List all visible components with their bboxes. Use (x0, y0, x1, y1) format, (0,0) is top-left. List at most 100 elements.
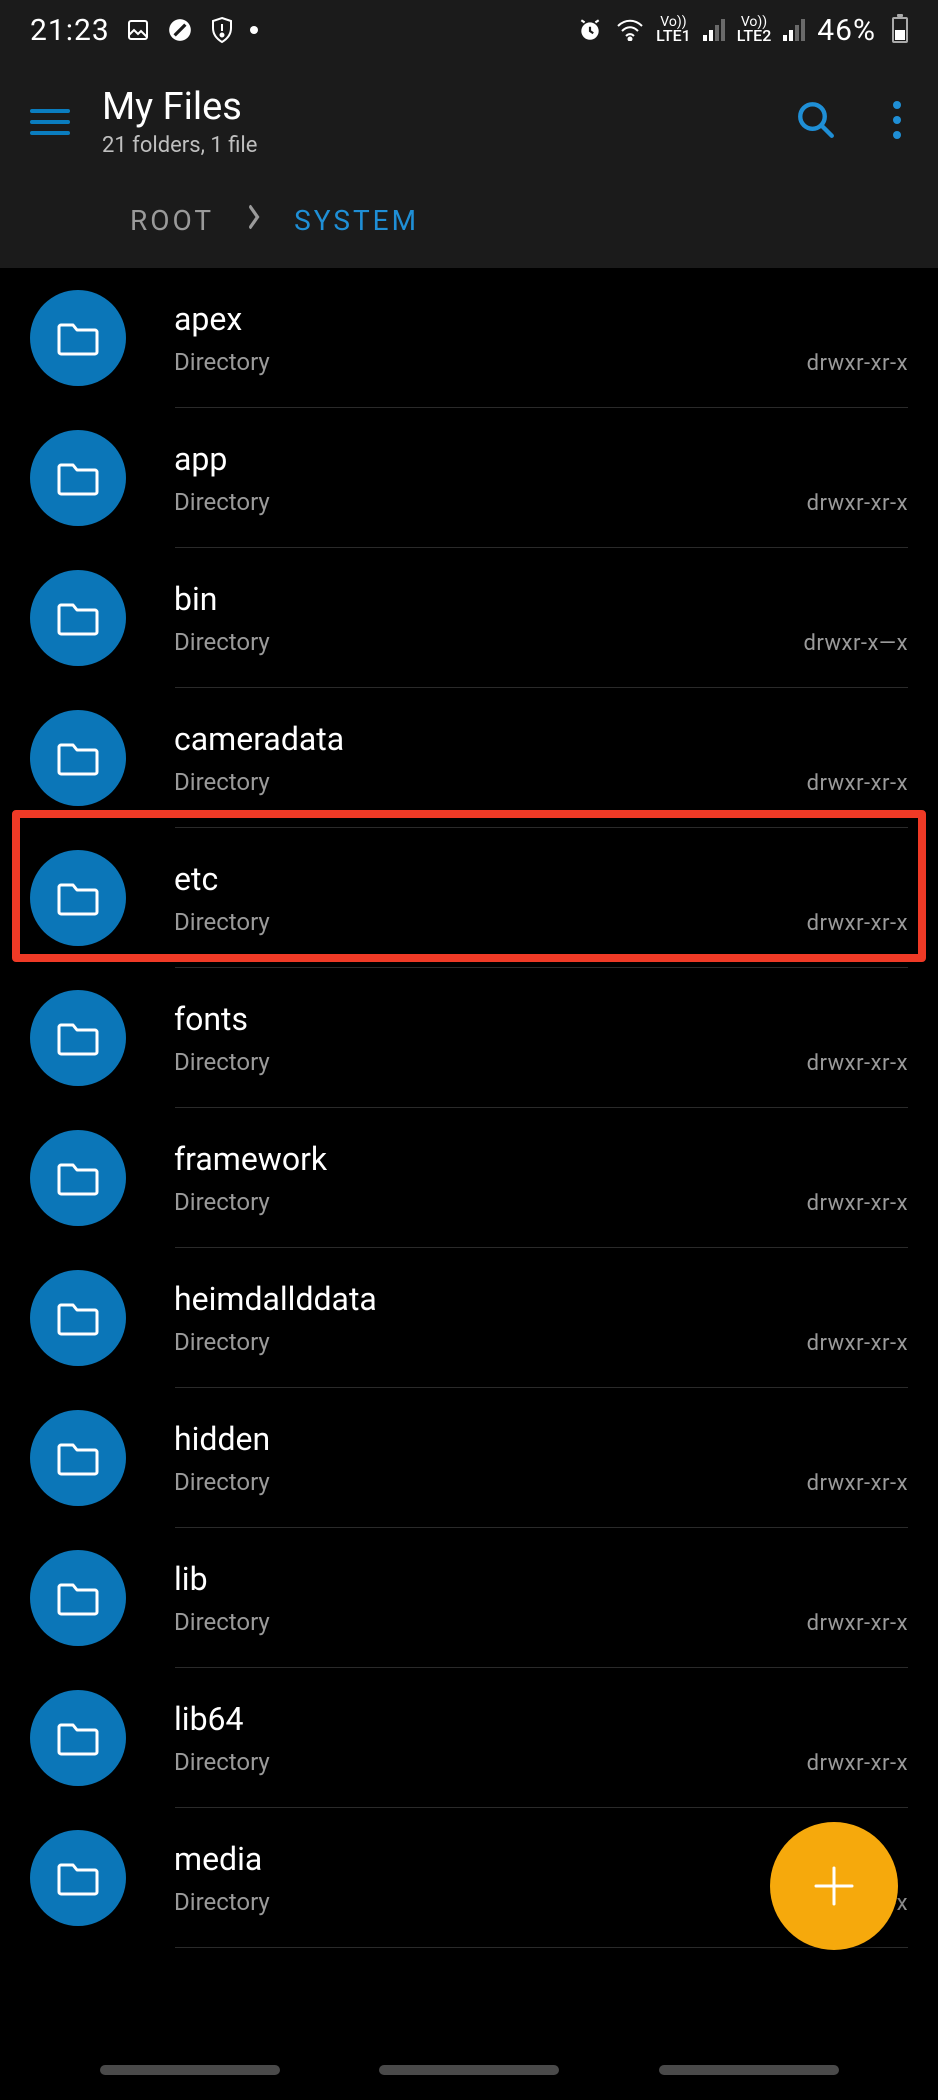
file-type: Directory (174, 908, 270, 936)
file-type: Directory (174, 1888, 270, 1916)
nav-recents-button[interactable] (100, 2065, 280, 2075)
title-block: My Files 21 folders, 1 file (102, 85, 795, 158)
notification-dot-icon (250, 26, 258, 34)
file-name: lib (174, 1560, 908, 1598)
file-permissions: drwxr-xr-x (807, 491, 908, 516)
file-row[interactable]: bin Directory drwxr-x—x (0, 548, 938, 688)
file-row[interactable]: fonts Directory drwxr-xr-x (0, 968, 938, 1108)
folder-icon (30, 1270, 126, 1366)
file-row[interactable]: lib64 Directory drwxr-xr-x (0, 1668, 938, 1808)
folder-icon (30, 1130, 126, 1226)
wifi-icon (616, 16, 644, 44)
app-bar: My Files 21 folders, 1 file (0, 60, 938, 183)
sim1-lte-icon: Vo))LTE1 (656, 17, 691, 42)
file-row[interactable]: framework Directory drwxr-xr-x (0, 1108, 938, 1248)
file-name: app (174, 440, 908, 478)
file-name: hidden (174, 1420, 908, 1458)
file-row[interactable]: cameradata Directory drwxr-xr-x (0, 688, 938, 828)
file-type: Directory (174, 348, 270, 376)
file-permissions: drwxr-xr-x (807, 1471, 908, 1496)
folder-icon (30, 570, 126, 666)
sim2-signal-icon (783, 19, 805, 41)
file-permissions: drwxr-xr-x (807, 1611, 908, 1636)
file-type: Directory (174, 1468, 270, 1496)
file-info: heimdallddata Directory drwxr-xr-x (174, 1280, 908, 1356)
app-subtitle: 21 folders, 1 file (102, 133, 795, 158)
folder-icon (30, 1550, 126, 1646)
file-name: cameradata (174, 720, 908, 758)
folder-icon (30, 430, 126, 526)
clock: 21:23 (30, 13, 110, 48)
file-row[interactable]: heimdallddata Directory drwxr-xr-x (0, 1248, 938, 1388)
file-name: lib64 (174, 1700, 908, 1738)
folder-icon (30, 1690, 126, 1786)
folder-icon (30, 1830, 126, 1926)
chevron-right-icon (247, 203, 261, 238)
nav-home-button[interactable] (379, 2065, 559, 2075)
file-info: bin Directory drwxr-x—x (174, 580, 908, 656)
file-type: Directory (174, 1188, 270, 1216)
file-row[interactable]: apex Directory drwxr-xr-x (0, 268, 938, 408)
dnd-icon (166, 16, 194, 44)
search-button[interactable] (795, 99, 837, 145)
file-info: fonts Directory drwxr-xr-x (174, 1000, 908, 1076)
file-permissions: drwxr-xr-x (807, 771, 908, 796)
nav-back-button[interactable] (659, 2065, 839, 2075)
system-nav-bar (0, 2040, 938, 2100)
file-type: Directory (174, 628, 270, 656)
file-info: framework Directory drwxr-xr-x (174, 1140, 908, 1216)
app-title: My Files (102, 85, 795, 129)
file-type: Directory (174, 1328, 270, 1356)
add-fab-button[interactable] (770, 1822, 898, 1950)
battery-percent: 46% (817, 13, 876, 48)
file-row[interactable]: app Directory drwxr-xr-x (0, 408, 938, 548)
more-options-button[interactable] (892, 100, 902, 144)
file-type: Directory (174, 1608, 270, 1636)
file-type: Directory (174, 488, 270, 516)
status-left: 21:23 (30, 13, 258, 48)
sim2-lte-icon: Vo))LTE2 (737, 17, 772, 42)
image-icon (124, 16, 152, 44)
breadcrumb-root[interactable]: ROOT (130, 204, 214, 237)
menu-button[interactable] (30, 109, 70, 135)
file-type: Directory (174, 1048, 270, 1076)
file-permissions: drwxr-xr-x (807, 1751, 908, 1776)
file-info: lib64 Directory drwxr-xr-x (174, 1700, 908, 1776)
status-bar: 21:23 Vo))LTE1 Vo))LTE2 46% (0, 0, 938, 60)
file-info: lib Directory drwxr-xr-x (174, 1560, 908, 1636)
file-type: Directory (174, 768, 270, 796)
alarm-icon (576, 16, 604, 44)
file-name: etc (174, 860, 908, 898)
file-row[interactable]: lib Directory drwxr-xr-x (0, 1528, 938, 1668)
folder-icon (30, 1410, 126, 1506)
file-name: bin (174, 580, 908, 618)
file-permissions: drwxr-xr-x (807, 351, 908, 376)
file-name: heimdallddata (174, 1280, 908, 1318)
file-permissions: drwxr-x—x (803, 631, 908, 656)
sim1-signal-icon (703, 19, 725, 41)
folder-icon (30, 290, 126, 386)
breadcrumb-current[interactable]: SYSTEM (294, 204, 419, 237)
folder-icon (30, 850, 126, 946)
breadcrumb: ROOT SYSTEM (0, 183, 938, 268)
file-row[interactable]: etc Directory drwxr-xr-x (0, 828, 938, 968)
file-info: etc Directory drwxr-xr-x (174, 860, 908, 936)
file-permissions: drwxr-xr-x (807, 1191, 908, 1216)
folder-icon (30, 990, 126, 1086)
file-info: apex Directory drwxr-xr-x (174, 300, 908, 376)
battery-icon (892, 17, 908, 43)
folder-icon (30, 710, 126, 806)
file-name: fonts (174, 1000, 908, 1038)
file-name: framework (174, 1140, 908, 1178)
file-type: Directory (174, 1748, 270, 1776)
status-right: Vo))LTE1 Vo))LTE2 46% (576, 13, 908, 48)
file-name: apex (174, 300, 908, 338)
file-permissions: drwxr-xr-x (807, 1331, 908, 1356)
file-permissions: drwxr-xr-x (807, 1051, 908, 1076)
file-row[interactable]: hidden Directory drwxr-xr-x (0, 1388, 938, 1528)
file-list[interactable]: apex Directory drwxr-xr-x app Directory drwxr… (0, 268, 938, 1948)
shield-icon (208, 16, 236, 44)
file-info: cameradata Directory drwxr-xr-x (174, 720, 908, 796)
file-info: hidden Directory drwxr-xr-x (174, 1420, 908, 1496)
file-permissions: drwxr-xr-x (807, 911, 908, 936)
